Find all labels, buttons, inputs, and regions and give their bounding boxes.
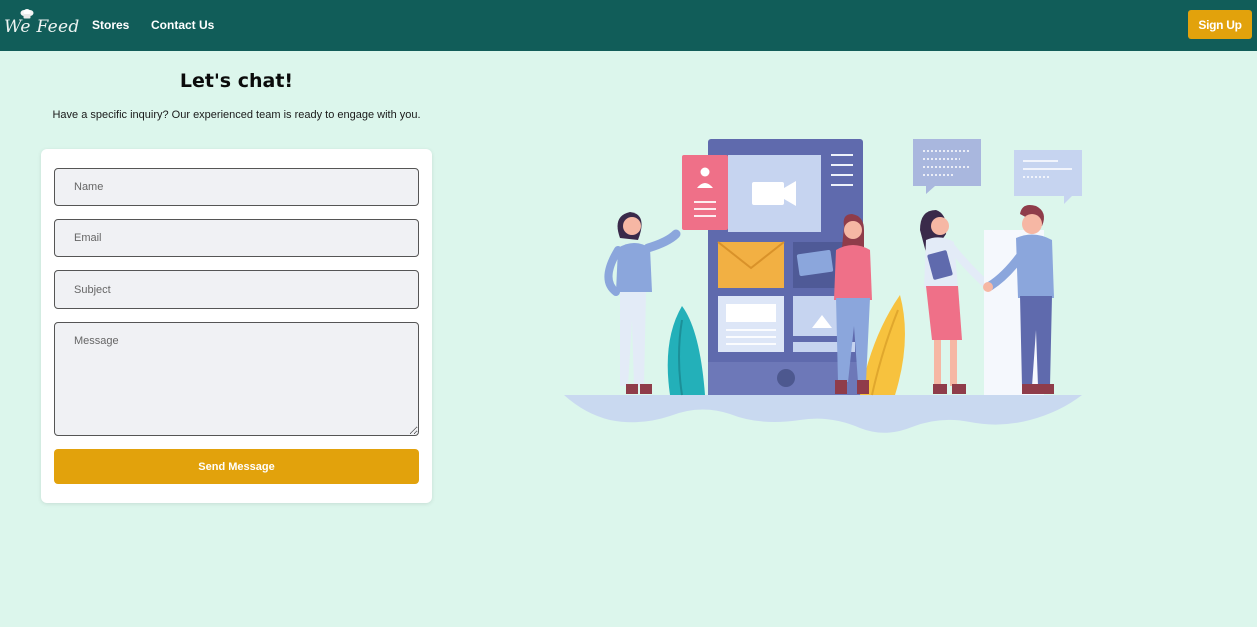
contact-illustration	[564, 139, 1082, 433]
nav-link-stores[interactable]: Stores	[92, 18, 129, 32]
name-input[interactable]	[54, 168, 419, 206]
send-message-button[interactable]: Send Message	[54, 449, 419, 484]
sign-up-button[interactable]: Sign Up	[1188, 10, 1252, 39]
message-textarea[interactable]	[54, 322, 419, 436]
navbar: We Feed Stores Contact Us Sign Up	[0, 0, 1257, 51]
contact-form-card: Send Message	[41, 149, 432, 503]
nav-link-contact-us[interactable]: Contact Us	[151, 18, 214, 32]
logo-text: We Feed	[4, 17, 80, 37]
subject-input[interactable]	[54, 270, 419, 309]
email-input[interactable]	[54, 219, 419, 257]
logo[interactable]: We Feed	[4, 8, 79, 42]
page-subtitle: Have a specific inquiry? Our experienced…	[52, 109, 421, 121]
page-title: Let's chat!	[179, 70, 294, 92]
